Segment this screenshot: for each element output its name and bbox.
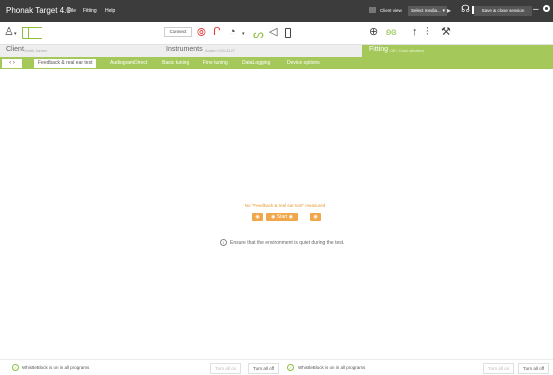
client-view-button[interactable]: Client view <box>377 6 405 16</box>
check-icon-right: ✓ <box>287 364 294 371</box>
left-turn-all-off-button[interactable]: Turn all off <box>248 363 280 374</box>
left-ear-icon: ◉ <box>255 214 260 220</box>
chevron-down-icon: ▾ <box>442 8 445 14</box>
tools-icon[interactable]: ⚒ <box>441 27 451 38</box>
nav-arrows[interactable]: ‹ › <box>2 58 22 68</box>
menu-file[interactable]: File <box>68 8 76 14</box>
microphone-icon[interactable]: ↑ <box>412 27 418 38</box>
client-view-icon <box>369 7 376 13</box>
right-ear-icon: ◉ <box>288 214 294 220</box>
select-media-dropdown[interactable]: Select media... ▾ <box>408 6 447 16</box>
menu-help[interactable]: Help <box>105 8 115 14</box>
tab-fine-tuning[interactable]: Fine tuning <box>199 59 232 68</box>
minimize-icon[interactable]: – <box>533 4 539 15</box>
measure-left-button[interactable]: ◉ <box>252 213 263 221</box>
play-icon[interactable]: ▸ <box>447 6 451 15</box>
hearing-aid-icon[interactable]: ᔕ <box>253 27 264 41</box>
right-ear-icon-2: ◉ <box>313 214 318 220</box>
ear-icon: ◉ <box>270 214 276 220</box>
instruments-section-title: Instruments <box>166 46 203 53</box>
tab-basic-tuning[interactable]: Basic tuning <box>158 59 193 68</box>
tab-bar: ‹ › Feedback & real ear test AudiogramDi… <box>0 57 553 69</box>
chevron-right-icon[interactable]: › <box>13 60 15 66</box>
right-turn-all-off-button[interactable]: Turn all off <box>518 363 550 374</box>
chevron-down-icon[interactable]: ▾ <box>242 31 245 37</box>
fitting-section-title: Fitting <box>369 46 389 53</box>
app-title: Phonak Target 4.0 <box>6 6 71 15</box>
select-media-label: Select media... <box>411 8 441 13</box>
toolbar: ♙ ▾ Connect ⦾ Ր ◔ ▾ ᔕ ◁ ⊕ ʚɞ ↑ ⫶ ⚒ <box>0 22 553 45</box>
check-icon: ✓ <box>12 364 19 371</box>
not-measured-message: No "Feedback & real ear test" measured <box>244 203 326 208</box>
info-icon: i <box>220 239 227 246</box>
equalizer-icon[interactable]: ⫶ <box>426 27 429 38</box>
headset-icon[interactable]: ☊ <box>461 4 470 15</box>
right-turn-all-on-button[interactable]: Turn all on <box>483 363 515 374</box>
client-dropdown-chevron-icon[interactable]: ▾ <box>14 31 17 37</box>
fitting-target-icon[interactable]: ⊕ <box>369 27 378 38</box>
tab-datalogging[interactable]: DataLogging <box>238 59 274 68</box>
instrument-model: Audéo V90-312T <box>205 48 236 53</box>
chevron-left-icon[interactable]: ‹ <box>9 60 11 66</box>
bottom-status-bar: ✓ WhistleBlock is on in all programs Tur… <box>0 359 553 375</box>
menu-fitting[interactable]: Fitting <box>83 8 97 14</box>
audiogram-icon-2 <box>28 27 42 39</box>
info-message: i Ensure that the environment is quiet du… <box>220 239 345 246</box>
tab-feedback-real-ear-test[interactable]: Feedback & real ear test <box>34 58 97 68</box>
measure-right-button[interactable]: ◉ <box>310 213 321 221</box>
restore-icon[interactable] <box>543 5 550 12</box>
client-section-title: Client <box>6 46 24 53</box>
client-icon[interactable]: ♙ <box>4 27 14 38</box>
fitting-section: Fitting Off / Calm situation <box>362 45 553 57</box>
tab-audiogramdirect[interactable]: AudiogramDirect <box>106 59 151 68</box>
ear-icon[interactable]: Ր <box>213 27 221 38</box>
fitting-situation: Off / Calm situation <box>390 48 424 53</box>
left-right-signal-icon[interactable]: ⦾ <box>197 28 206 39</box>
speaker-icon[interactable]: ◁ <box>269 27 277 38</box>
left-whistleblock-status: WhistleBlock is on in all programs <box>22 365 90 370</box>
start-label: Start <box>276 214 288 220</box>
right-whistleblock-status: WhistleBlock is on in all programs <box>298 365 366 370</box>
clock-icon[interactable]: ◔ <box>229 27 236 38</box>
info-text: Ensure that the environment is quiet dur… <box>230 239 345 246</box>
title-bar: Phonak Target 4.0 File Fitting Help Clie… <box>0 0 553 22</box>
left-turn-all-on-button[interactable]: Turn all on <box>210 363 242 374</box>
connect-button[interactable]: Connect <box>164 27 192 37</box>
feedback-icon[interactable]: ʚɞ <box>386 27 396 38</box>
save-close-button[interactable]: Save & close session <box>474 6 532 16</box>
battery-icon[interactable] <box>285 28 291 38</box>
client-name: Smith James <box>24 48 48 53</box>
start-button[interactable]: ◉ Start ◉ <box>266 213 298 221</box>
tab-device-options[interactable]: Device options <box>283 59 324 68</box>
